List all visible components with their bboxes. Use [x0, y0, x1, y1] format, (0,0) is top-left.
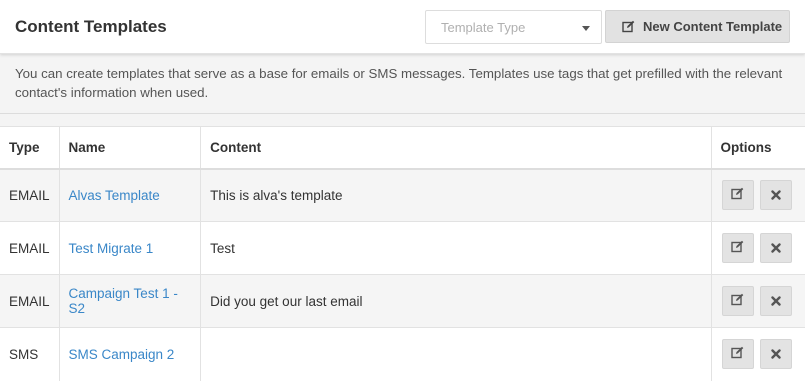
row-options [710, 168, 805, 222]
edit-icon [731, 240, 744, 256]
column-header-name: Name [58, 126, 201, 170]
edit-button[interactable] [721, 180, 754, 211]
edit-button[interactable] [721, 286, 754, 316]
delete-button[interactable] [759, 233, 792, 263]
template-name-link[interactable]: Test Migrate 1 [58, 221, 201, 275]
template-type-select[interactable]: Template Type [425, 10, 602, 44]
new-content-template-button[interactable]: New Content Template [605, 10, 790, 43]
edit-icon [731, 187, 744, 203]
edit-button[interactable] [721, 339, 754, 370]
edit-button[interactable] [721, 233, 754, 263]
row-content: This is alva's template [200, 168, 712, 222]
delete-icon [770, 188, 781, 203]
column-header-type: Type [0, 126, 60, 170]
edit-icon [622, 20, 635, 36]
table-row: EMAIL Test Migrate 1 Test [0, 221, 805, 275]
edit-icon [731, 346, 744, 362]
row-content [200, 327, 712, 381]
delete-icon [770, 294, 781, 309]
template-name-link[interactable]: SMS Campaign 2 [58, 327, 201, 381]
caret-down-icon [582, 26, 590, 31]
table-header-row: Type Name Content Options [0, 126, 805, 170]
row-type: EMAIL [0, 221, 60, 275]
row-content: Test [200, 221, 712, 275]
delete-button[interactable] [759, 286, 792, 316]
row-type: EMAIL [0, 168, 60, 222]
row-options [710, 274, 805, 328]
row-options [710, 221, 805, 275]
table-row: SMS SMS Campaign 2 [0, 327, 805, 381]
delete-icon [770, 347, 781, 362]
new-content-template-label: New Content Template [643, 19, 783, 34]
intro-text: You can create templates that serve as a… [15, 66, 783, 100]
row-content: Did you get our last email [200, 274, 712, 328]
column-header-options: Options [710, 126, 805, 170]
template-name-link[interactable]: Alvas Template [58, 168, 201, 222]
column-header-content: Content [200, 126, 712, 170]
table-row: EMAIL Campaign Test 1 - S2 Did you get o… [0, 274, 805, 328]
delete-button[interactable] [759, 339, 792, 370]
page-title: Content Templates [15, 17, 167, 36]
delete-icon [770, 241, 781, 256]
delete-button[interactable] [759, 180, 792, 211]
divider [0, 113, 805, 114]
table-row: EMAIL Alvas Template This is alva's temp… [0, 168, 805, 222]
row-options [710, 327, 805, 381]
template-type-placeholder: Template Type [441, 20, 526, 35]
templates-table: Type Name Content Options EMAIL Alvas Te… [0, 126, 805, 381]
row-type: EMAIL [0, 274, 60, 328]
row-type: SMS [0, 327, 60, 381]
template-name-link[interactable]: Campaign Test 1 - S2 [58, 274, 201, 328]
page-header: Content Templates Template Type New Cont… [0, 0, 805, 54]
edit-icon [731, 293, 744, 309]
